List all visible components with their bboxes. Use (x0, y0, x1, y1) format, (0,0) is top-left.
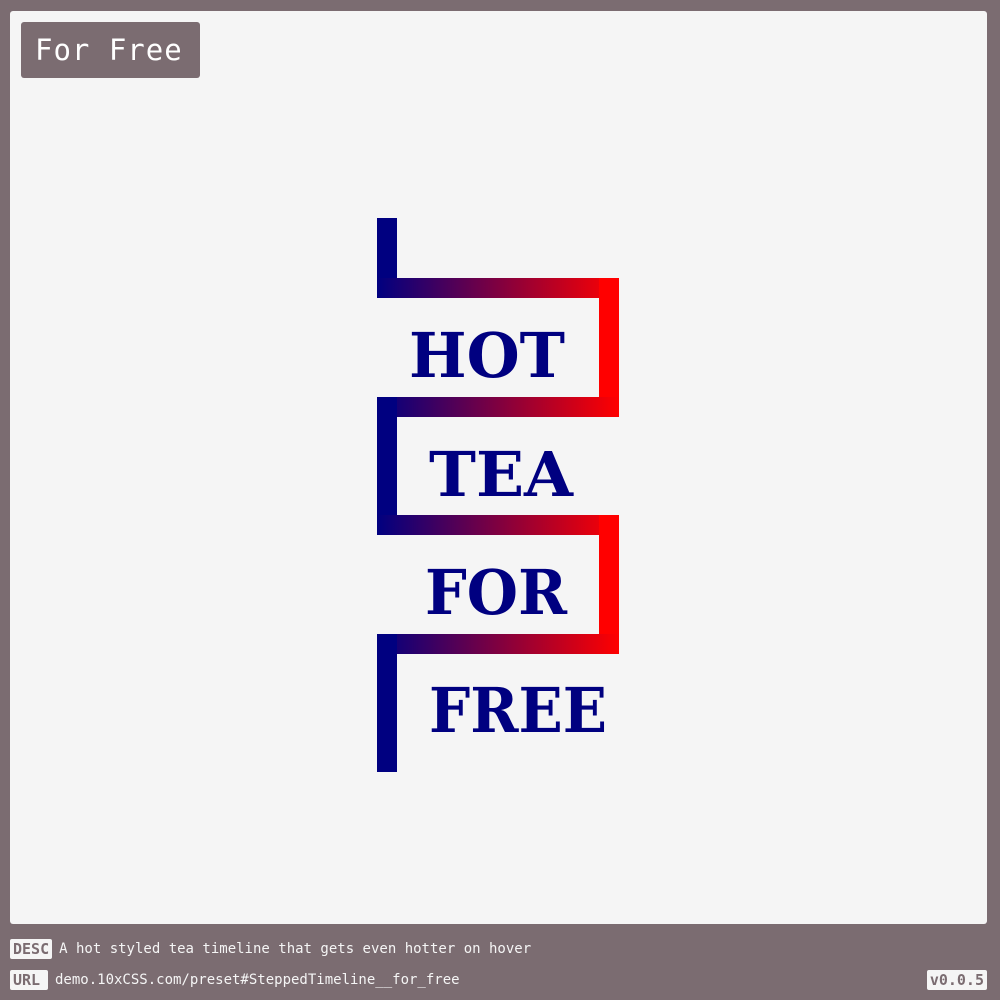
timeline-step-for: FOR (425, 556, 567, 629)
url-tag: URL (10, 970, 48, 990)
preview-canvas: For Free HOT TEA FOR FREE (10, 11, 987, 924)
timeline-step-tea: TEA (429, 438, 574, 511)
timeline-end-bar (377, 634, 397, 772)
stepped-timeline[interactable]: HOT TEA FOR FREE (10, 11, 987, 924)
demo-url-link[interactable]: demo.10xCSS.com/preset#SteppedTimeline__… (55, 970, 460, 990)
timeline-right-bar-1 (599, 278, 619, 417)
timeline-left-bar-2 (377, 397, 397, 535)
description-row: DESC A hot styled tea timeline that gets… (10, 938, 531, 960)
timeline-connector-2 (377, 397, 619, 417)
timeline-step-hot: HOT (409, 319, 565, 392)
timeline-connector-1 (377, 278, 619, 298)
version-badge: v0.0.5 (926, 970, 987, 990)
timeline-right-bar-3 (599, 515, 619, 654)
description-text: A hot styled tea timeline that gets even… (59, 941, 532, 957)
timeline-connector-3 (377, 515, 619, 535)
timeline-step-free: FREE (429, 674, 607, 747)
url-row: URL demo.10xCSS.com/preset#SteppedTimeli… (10, 969, 460, 991)
desc-tag: DESC (10, 939, 53, 959)
timeline-connector-4 (377, 634, 619, 654)
